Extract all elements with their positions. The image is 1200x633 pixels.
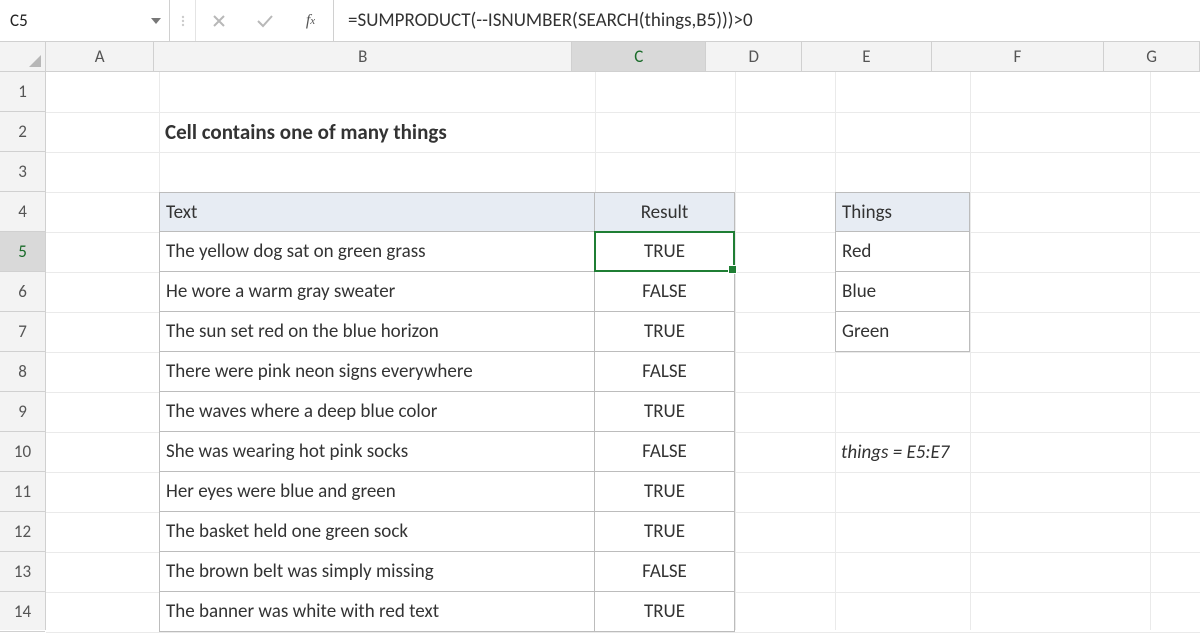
column-header-F[interactable]: F (932, 42, 1105, 71)
table-row-result[interactable]: TRUE (595, 472, 735, 512)
column-header-B[interactable]: B (154, 42, 572, 71)
select-all-corner[interactable] (0, 42, 46, 72)
row-header-8[interactable]: 8 (0, 352, 45, 392)
table-row-text[interactable]: There were pink neon signs everywhere (159, 352, 595, 392)
table-row-result[interactable]: FALSE (595, 352, 735, 392)
table-row-text[interactable]: He wore a warm gray sweater (159, 272, 595, 312)
name-box-wrap[interactable]: C5 (0, 0, 170, 41)
row-headers: 1234567891011121314 (0, 72, 46, 630)
grid-area[interactable]: Cell contains one of many things TextResu… (46, 72, 1200, 630)
table-row-text[interactable]: The banner was white with red text (159, 592, 595, 632)
page-title: Cell contains one of many things (159, 112, 735, 152)
row-header-6[interactable]: 6 (0, 272, 45, 312)
table-row-result[interactable]: FALSE (595, 432, 735, 472)
row-header-7[interactable]: 7 (0, 312, 45, 352)
table-row-result[interactable]: FALSE (595, 272, 735, 312)
name-box-dropdown-icon[interactable] (143, 0, 169, 41)
named-range-note: things = E5:E7 (835, 432, 1150, 472)
enter-button[interactable] (242, 0, 288, 41)
column-header-A[interactable]: A (46, 42, 154, 71)
formula-bar-separator (170, 0, 196, 41)
things-item[interactable]: Blue (835, 272, 970, 312)
things-item[interactable]: Green (835, 312, 970, 352)
column-header-C[interactable]: C (572, 42, 706, 71)
table-row-text[interactable]: The basket held one green sock (159, 512, 595, 552)
table-row-result[interactable]: FALSE (595, 552, 735, 592)
row-header-4[interactable]: 4 (0, 192, 45, 232)
table-header-result: Result (595, 192, 735, 232)
row-header-14[interactable]: 14 (0, 592, 45, 632)
things-item[interactable]: Red (835, 232, 970, 272)
row-header-5[interactable]: 5 (0, 232, 45, 272)
column-headers: ABCDEFG (46, 42, 1200, 72)
row-header-9[interactable]: 9 (0, 392, 45, 432)
column-header-G[interactable]: G (1104, 42, 1200, 71)
table-header-things: Things (835, 192, 970, 232)
row-header-10[interactable]: 10 (0, 432, 45, 472)
table-row-result[interactable]: TRUE (595, 392, 735, 432)
row-header-2[interactable]: 2 (0, 112, 45, 152)
table-row-result[interactable]: TRUE (595, 512, 735, 552)
column-header-E[interactable]: E (802, 42, 931, 71)
table-row-text[interactable]: The waves where a deep blue color (159, 392, 595, 432)
row-header-13[interactable]: 13 (0, 552, 45, 592)
insert-function-button[interactable]: fx (288, 0, 334, 41)
table-row-text[interactable]: The sun set red on the blue horizon (159, 312, 595, 352)
table-row-text[interactable]: She was wearing hot pink socks (159, 432, 595, 472)
table-row-result[interactable]: TRUE (595, 592, 735, 632)
table-row-text[interactable]: Her eyes were blue and green (159, 472, 595, 512)
formula-input[interactable]: =SUMPRODUCT(--ISNUMBER(SEARCH(things,B5)… (334, 0, 1200, 41)
cancel-button[interactable] (196, 0, 242, 41)
table-row-text[interactable]: The brown belt was simply missing (159, 552, 595, 592)
spreadsheet: ABCDEFG 1234567891011121314 Cell contain… (0, 42, 1200, 630)
formula-bar: C5 fx =SUMPRODUCT(--ISNUMBER(SEARCH(thin… (0, 0, 1200, 42)
table-row-text[interactable]: The yellow dog sat on green grass (159, 232, 595, 272)
row-header-1[interactable]: 1 (0, 72, 45, 112)
name-box[interactable]: C5 (0, 10, 143, 31)
column-header-D[interactable]: D (706, 42, 802, 71)
table-row-result[interactable]: TRUE (595, 232, 735, 272)
row-header-3[interactable]: 3 (0, 152, 45, 192)
table-row-result[interactable]: TRUE (595, 312, 735, 352)
row-header-11[interactable]: 11 (0, 472, 45, 512)
table-header-text: Text (159, 192, 595, 232)
row-header-12[interactable]: 12 (0, 512, 45, 552)
